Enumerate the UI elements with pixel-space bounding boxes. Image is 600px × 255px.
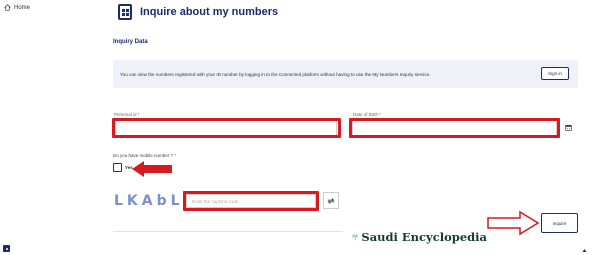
watermark: Saudi Encyclopedia <box>352 221 487 253</box>
divider <box>113 231 343 232</box>
menu-toggle-icon[interactable] <box>3 245 10 252</box>
sign-in-button[interactable]: Sign in <box>541 67 569 80</box>
home-icon <box>4 4 11 11</box>
personal-id-input[interactable] <box>115 120 337 137</box>
sidebar-item-label: Home <box>14 4 31 11</box>
watermark-text: Saudi Encyclopedia <box>361 230 487 244</box>
pointer-arrow-icon <box>487 210 540 236</box>
palm-logo-icon <box>352 234 359 240</box>
page-title: Inquire about my numbers <box>140 6 279 18</box>
sidebar-item-home[interactable]: Home <box>4 4 30 11</box>
personal-id-label: Personal id * <box>114 112 140 117</box>
refresh-captcha-button[interactable] <box>323 192 339 209</box>
pointer-arrow-icon <box>132 161 172 177</box>
page-header: Inquire about my numbers <box>118 0 278 24</box>
dob-input[interactable] <box>352 120 557 137</box>
refresh-icon <box>327 197 335 204</box>
inquire-button[interactable]: Inquire <box>541 213 578 233</box>
captcha-input[interactable] <box>186 194 316 208</box>
mobile-checkbox[interactable] <box>113 163 122 172</box>
sidebar: Home <box>0 0 100 255</box>
mobile-question: Do you have mobile number ? * <box>113 153 177 158</box>
scroll-down-icon[interactable] <box>582 248 587 253</box>
info-banner: You can view the numbers registered with… <box>113 60 578 88</box>
dob-label: Date of Birth * <box>353 112 382 117</box>
captcha-image: LKAbL <box>114 193 184 209</box>
info-text: You can view the numbers registered with… <box>120 71 431 77</box>
calendar-icon[interactable] <box>565 124 572 131</box>
grid-icon <box>118 4 132 20</box>
section-title: Inquiry Data <box>113 39 148 45</box>
